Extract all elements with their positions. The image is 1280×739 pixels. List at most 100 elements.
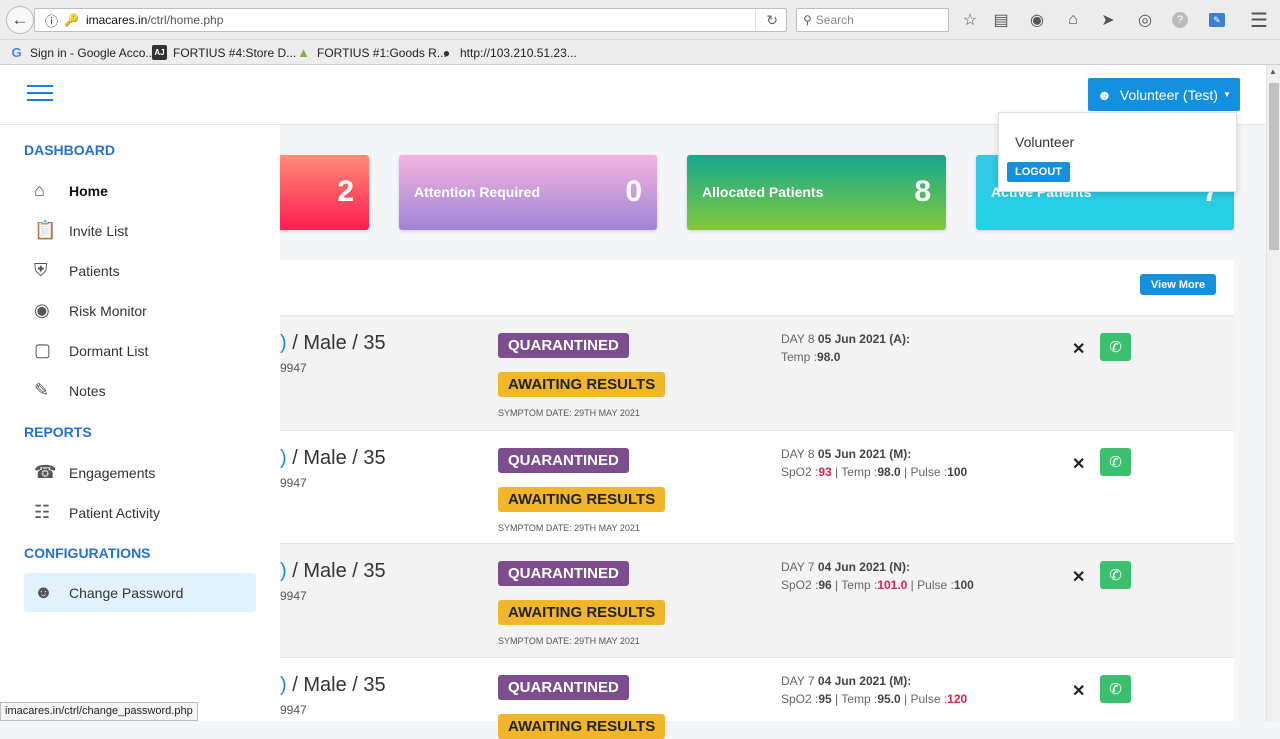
patient-row[interactable]: ) / Male / 35 9947 QUARANTINED AWAITING RES… — [280, 430, 1234, 543]
close-icon[interactable]: ✕ — [1072, 454, 1085, 474]
patient-name[interactable]: ) / Male / 35 — [280, 447, 386, 470]
home-icon[interactable]: ⌂ — [1061, 8, 1085, 32]
sidebar-item-invite-list[interactable]: 📋 Invite List — [24, 211, 256, 250]
sidebar-item-engagements[interactable]: ☎ Engagements — [24, 453, 256, 492]
bookmark-item[interactable]: ▲ FORTIUS #1:Goods R... — [296, 44, 447, 61]
patient-name-suffix: ) — [280, 332, 287, 354]
sidebar-item-dormant-list[interactable]: ▢ Dormant List — [24, 331, 256, 370]
url-bar[interactable]: ⓘ 🔑 imacares.in/ctrl/home.php ↻ — [34, 8, 787, 32]
vital-separator: | — [831, 692, 842, 706]
vital-value: 120 — [947, 692, 968, 706]
sidebar-item-change-password[interactable]: ☻ Change Password — [24, 573, 256, 612]
status-bar: imacares.in/ctrl/change_password.php — [0, 702, 198, 721]
google-icon: G — [11, 45, 22, 60]
vital-value: 100 — [953, 578, 974, 592]
stat-card-attention-required[interactable]: Attention Required 0 — [399, 155, 657, 230]
scrollbar[interactable]: ▲ — [1266, 65, 1280, 721]
vital-key: SpO2 : — [781, 578, 819, 592]
key-icon: 🔑 — [64, 13, 79, 27]
status-badge: QUARANTINED — [498, 333, 629, 358]
bookmark-star-icon[interactable]: ☆ — [958, 8, 982, 32]
sidebar-item-risk-monitor[interactable]: ◉ Risk Monitor — [24, 291, 256, 330]
patient-name[interactable]: ) / Male / 35 — [280, 674, 386, 697]
patient-name-suffix: ) — [280, 447, 287, 469]
stat-card-value: 0 — [625, 175, 642, 208]
search-bar[interactable]: ⚲ Search — [796, 8, 949, 32]
bookmark-label: FORTIUS #4:Store D... — [173, 45, 297, 60]
call-button[interactable]: ✆ — [1100, 448, 1131, 476]
view-more-button[interactable]: View More — [1140, 274, 1216, 295]
fortius-icon: AJ — [152, 45, 167, 60]
logout-button[interactable]: LOGOUT — [1007, 162, 1070, 182]
vital-separator: | — [831, 578, 842, 592]
user-menu-button[interactable]: ☻ Volunteer (Test) ▼ — [1088, 78, 1240, 111]
reading-day: DAY 8 05 Jun 2021 (A): — [781, 332, 910, 346]
section-heading-reports: REPORTS — [24, 424, 92, 440]
scrollbar-thumb[interactable] — [1269, 83, 1279, 250]
vital-key: Pulse : — [910, 692, 948, 706]
close-icon[interactable]: ✕ — [1072, 339, 1085, 359]
search-placeholder: Search — [815, 13, 854, 27]
stat-card-label: Allocated Patients — [702, 184, 824, 200]
close-icon[interactable]: ✕ — [1072, 567, 1085, 587]
vital-value: 98.0 — [877, 465, 901, 479]
bookmark-item[interactable]: AJ FORTIUS #4:Store D... — [152, 44, 296, 61]
call-button[interactable]: ✆ — [1100, 561, 1131, 589]
sidebar-item-label: Engagements — [69, 464, 156, 481]
info-icon: ⓘ — [45, 13, 59, 29]
stat-card-value: 8 — [914, 175, 931, 208]
sidebar-item-label: Notes — [69, 382, 106, 399]
vital-separator: | — [900, 465, 911, 479]
vital-separator: | — [831, 465, 842, 479]
call-button[interactable]: ✆ — [1100, 333, 1131, 361]
patient-row[interactable]: ) / Male / 35 9947 QUARANTINED AWAITING RES… — [280, 543, 1234, 657]
patient-row[interactable]: ) / Male / 35 9947 QUARANTINED AWAITING RES… — [280, 657, 1234, 739]
globe-icon[interactable]: ◎ — [1133, 8, 1157, 32]
reading-list-icon[interactable]: ▤ — [989, 8, 1013, 32]
vital-key: Temp : — [841, 578, 878, 592]
reading-day: DAY 8 05 Jun 2021 (M): — [781, 447, 911, 461]
result-badge: AWAITING RESULTS — [498, 600, 666, 625]
arrow-left-icon: ← — [11, 10, 29, 29]
bookmark-item[interactable]: ● http://103.210.51.23... — [439, 44, 577, 61]
phone-icon: ✆ — [1109, 339, 1122, 356]
vital-key: SpO2 : — [781, 465, 819, 479]
reading-date: 04 Jun 2021 (M): — [817, 674, 912, 688]
sidebar-item-patient-activity[interactable]: ☷ Patient Activity — [24, 493, 256, 532]
extension-icon[interactable]: ✎ — [1205, 8, 1229, 32]
sidebar-item-notes[interactable]: ✎ Notes — [24, 371, 256, 410]
patient-name-suffix: ) — [280, 560, 287, 582]
hamburger-icon[interactable] — [27, 85, 53, 103]
patient-name[interactable]: ) / Male / 35 — [280, 560, 386, 583]
patient-row[interactable]: ) / Male / 35 9947 QUARANTINED AWAITING RES… — [280, 315, 1234, 430]
patient-details: / Male / 35 — [286, 560, 386, 582]
call-button[interactable]: ✆ — [1100, 675, 1131, 703]
scroll-up-icon[interactable]: ▲ — [1269, 67, 1277, 76]
user-dropdown: Volunteer LOGOUT — [998, 112, 1237, 192]
sidebar-item-home[interactable]: ⌂ Home — [24, 171, 256, 210]
search-icon: ⚲ — [803, 13, 812, 27]
menu-icon[interactable]: ☰ — [1247, 8, 1271, 32]
bookmark-item[interactable]: G Sign in - Google Acco... — [9, 44, 155, 61]
stat-card-allocated-patients[interactable]: Allocated Patients 8 — [687, 155, 946, 230]
send-icon[interactable]: ➤ — [1096, 8, 1120, 32]
reload-icon[interactable]: ↻ — [766, 12, 778, 29]
bookmark-label: FORTIUS #1:Goods R... — [317, 45, 447, 60]
patient-phone: 9947 — [280, 476, 307, 490]
close-icon[interactable]: ✕ — [1072, 681, 1085, 701]
help-icon[interactable]: ? — [1168, 8, 1192, 32]
sidebar-item-label: Patient Activity — [69, 504, 161, 521]
bookmark-label: Sign in - Google Acco... — [30, 45, 156, 60]
patient-name[interactable]: ) / Male / 35 — [280, 332, 386, 355]
reading-date: 04 Jun 2021 (N): — [817, 560, 910, 574]
pocket-icon[interactable]: ◉ — [1025, 8, 1049, 32]
vital-separator: | — [907, 578, 918, 592]
vital-value: 95 — [818, 692, 832, 706]
back-button[interactable]: ← — [6, 6, 34, 34]
patient-phone: 9947 — [280, 589, 307, 603]
stat-card-label: Attention Required — [414, 184, 540, 200]
phone-icon: ✆ — [1109, 681, 1122, 698]
headset-icon: ☎ — [34, 462, 57, 482]
result-badge: AWAITING RESULTS — [498, 714, 666, 739]
sidebar-item-patients[interactable]: ⛨ Patients — [24, 251, 256, 290]
